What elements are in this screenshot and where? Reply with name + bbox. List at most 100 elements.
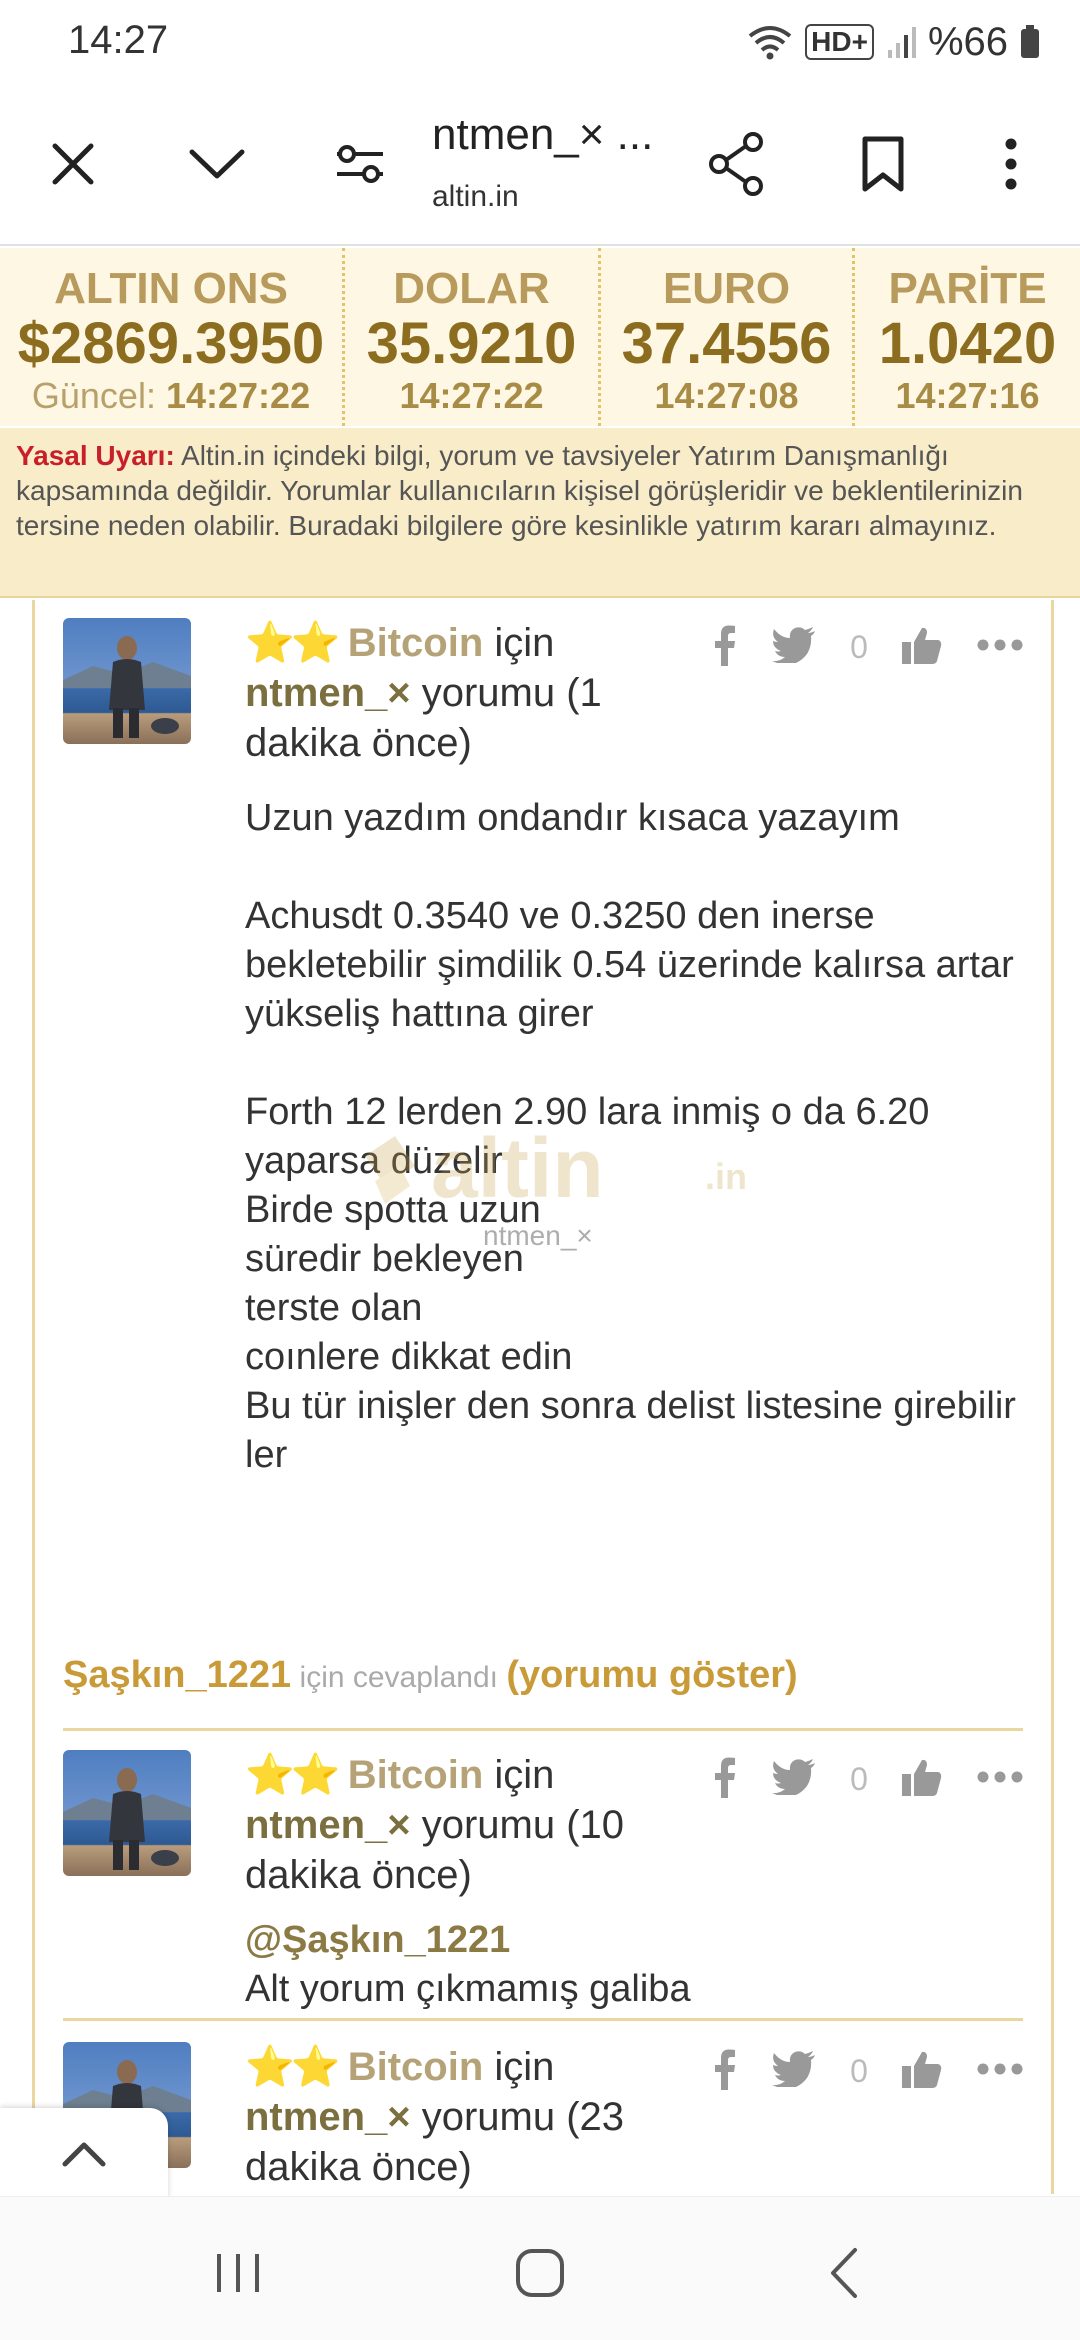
more-button[interactable]: [977, 1770, 1023, 1789]
status-bar: 14:27 HD+ %66: [0, 0, 1080, 84]
comment-for: için: [483, 1753, 555, 1797]
facebook-share-button[interactable]: [713, 624, 737, 671]
more-horizontal-icon: [977, 1771, 1023, 1782]
comment-blank-line: [245, 1039, 1025, 1088]
ticker-altin-ons[interactable]: ALTIN ONS $2869.3950 Güncel: 14:27:22: [0, 248, 342, 426]
twitter-icon: [771, 2050, 815, 2089]
comment-line: süredir bekleyen: [245, 1238, 524, 1280]
back-button[interactable]: [804, 2233, 884, 2313]
comment-user[interactable]: ntmen_×: [245, 2095, 411, 2139]
collapse-button[interactable]: [182, 124, 252, 204]
twitter-share-button[interactable]: [771, 2050, 816, 2092]
ticker-dolar[interactable]: DOLAR 35.9210 14:27:22: [342, 248, 598, 426]
share-button[interactable]: [702, 124, 772, 204]
ticker-euro[interactable]: EURO 37.4556 14:27:08: [598, 248, 852, 426]
like-count: 0: [850, 2052, 868, 2089]
more-button[interactable]: [977, 2062, 1023, 2081]
thumbs-up-icon: [902, 2051, 942, 2088]
comment-header: ⭐⭐ Bitcoin için ntmen_× yorumu (23 dakik…: [245, 2042, 725, 2192]
system-nav-bar: [0, 2196, 1080, 2340]
ticker-value: 1.0420: [878, 311, 1057, 376]
facebook-icon: [715, 2049, 735, 2090]
thumbs-up-icon: [902, 1759, 942, 1796]
comment-line: Uzun yazdım ondandır kısaca yazayım: [245, 797, 900, 839]
like-count: 0: [850, 1760, 868, 1797]
ticker-value: 35.9210: [366, 311, 577, 376]
ticker-value: 37.4556: [621, 311, 832, 376]
more-horizontal-icon: [977, 639, 1023, 650]
ticker-time: 14:27:08: [654, 375, 799, 416]
star-rating-icon: ⭐⭐: [245, 621, 341, 665]
page-title[interactable]: ntmen_× ...: [432, 110, 672, 160]
like-button[interactable]: [902, 2050, 942, 2093]
scroll-to-top-button[interactable]: [0, 2108, 168, 2200]
chevron-up-icon: [62, 2142, 106, 2167]
divider: [63, 2018, 1023, 2021]
comment-line: Alt yorum çıkmamış galiba: [245, 1968, 691, 2010]
comment-header: ⭐⭐ Bitcoin için ntmen_× yorumu (10 dakik…: [245, 1750, 725, 1900]
like-button[interactable]: [902, 1758, 942, 1801]
facebook-icon: [715, 1757, 735, 1798]
bookmark-button[interactable]: [848, 124, 918, 204]
home-button[interactable]: [500, 2233, 580, 2313]
comment-item: ⭐⭐ Bitcoin için ntmen_× yorumu (23 dakik…: [63, 2042, 1023, 2194]
ticker-parite[interactable]: PARİTE 1.0420 14:27:16: [852, 248, 1080, 426]
thumbs-up-icon: [902, 627, 942, 664]
twitter-share-button[interactable]: [771, 626, 816, 668]
status-icons: HD+ %66: [747, 18, 1040, 66]
battery-icon: [1020, 25, 1040, 59]
ticker-value: $2869.3950: [17, 311, 325, 376]
ticker-time: 14:27:16: [895, 375, 1040, 416]
more-horizontal-icon: [977, 2063, 1023, 2074]
site-settings-button[interactable]: [325, 124, 395, 204]
ticker-time: 14:27:22: [399, 375, 544, 416]
warning-label: Yasal Uyarı:: [16, 440, 175, 471]
comment-line: terste olan: [245, 1287, 423, 1329]
comment-mention[interactable]: @Şaşkın_1221: [245, 1916, 1025, 1965]
show-comment-link[interactable]: (yorumu göster): [506, 1654, 797, 1696]
watermark-user: ntmen_×: [483, 1220, 593, 1251]
comment-user[interactable]: ntmen_×: [245, 671, 411, 715]
star-rating-icon: ⭐⭐: [245, 1753, 341, 1797]
reply-note: için cevaplandı: [291, 1661, 507, 1694]
twitter-share-button[interactable]: [771, 1758, 816, 1800]
network-type: HD+: [805, 24, 874, 60]
price-ticker: ALTIN ONS $2869.3950 Güncel: 14:27:22 DO…: [0, 248, 1080, 426]
comment-actions: 0: [713, 1754, 1023, 1804]
comment-for: için: [483, 2045, 555, 2089]
comment-category[interactable]: Bitcoin: [348, 621, 484, 665]
recent-apps-button[interactable]: [198, 2233, 278, 2313]
comment-user[interactable]: ntmen_×: [245, 1803, 411, 1847]
page-domain[interactable]: altin.in: [432, 180, 519, 214]
avatar[interactable]: [63, 1750, 191, 1876]
comment-body: @Şaşkın_1221 Alt yorum çıkmamış galiba: [245, 1916, 1025, 2014]
ticker-label: ALTIN ONS: [54, 264, 288, 313]
more-options-button[interactable]: [976, 124, 1046, 204]
comment-line: Birde spotta uzun: [245, 1189, 541, 1231]
twitter-icon: [771, 626, 815, 665]
comment-actions: 0: [713, 2046, 1023, 2096]
comment-line: coınlere dikkat edin: [245, 1336, 573, 1378]
reply-indicator: Şaşkın_1221 için cevaplandı (yorumu göst…: [63, 1650, 798, 1703]
reply-user[interactable]: Şaşkın_1221: [63, 1654, 291, 1696]
comment-line: Bu tür inişler den sonra delist listesin…: [245, 1385, 1016, 1476]
divider: [63, 1728, 1023, 1731]
facebook-share-button[interactable]: [713, 2048, 737, 2095]
signal-icon: [886, 24, 916, 60]
close-icon: [52, 143, 94, 185]
comment-header: ⭐⭐ Bitcoin için ntmen_× yorumu (1 dakika…: [245, 618, 725, 768]
comment-line: yükseliş hattına girer: [245, 993, 594, 1035]
close-tab-button[interactable]: [38, 124, 108, 204]
comment-item: ⭐⭐ Bitcoin için ntmen_× yorumu (1 dakika…: [63, 618, 1023, 1528]
facebook-share-button[interactable]: [713, 1756, 737, 1803]
recent-apps-icon: [217, 2254, 259, 2292]
more-button[interactable]: [977, 638, 1023, 657]
ticker-time-prefix: Güncel:: [31, 375, 156, 416]
comments-feed: ⭐⭐ Bitcoin için ntmen_× yorumu (1 dakika…: [32, 600, 1054, 2194]
comment-category[interactable]: Bitcoin: [348, 1753, 484, 1797]
avatar[interactable]: [63, 618, 191, 744]
comment-category[interactable]: Bitcoin: [348, 2045, 484, 2089]
like-button[interactable]: [902, 626, 942, 669]
ticker-label: DOLAR: [393, 264, 550, 313]
twitter-icon: [771, 1758, 815, 1797]
